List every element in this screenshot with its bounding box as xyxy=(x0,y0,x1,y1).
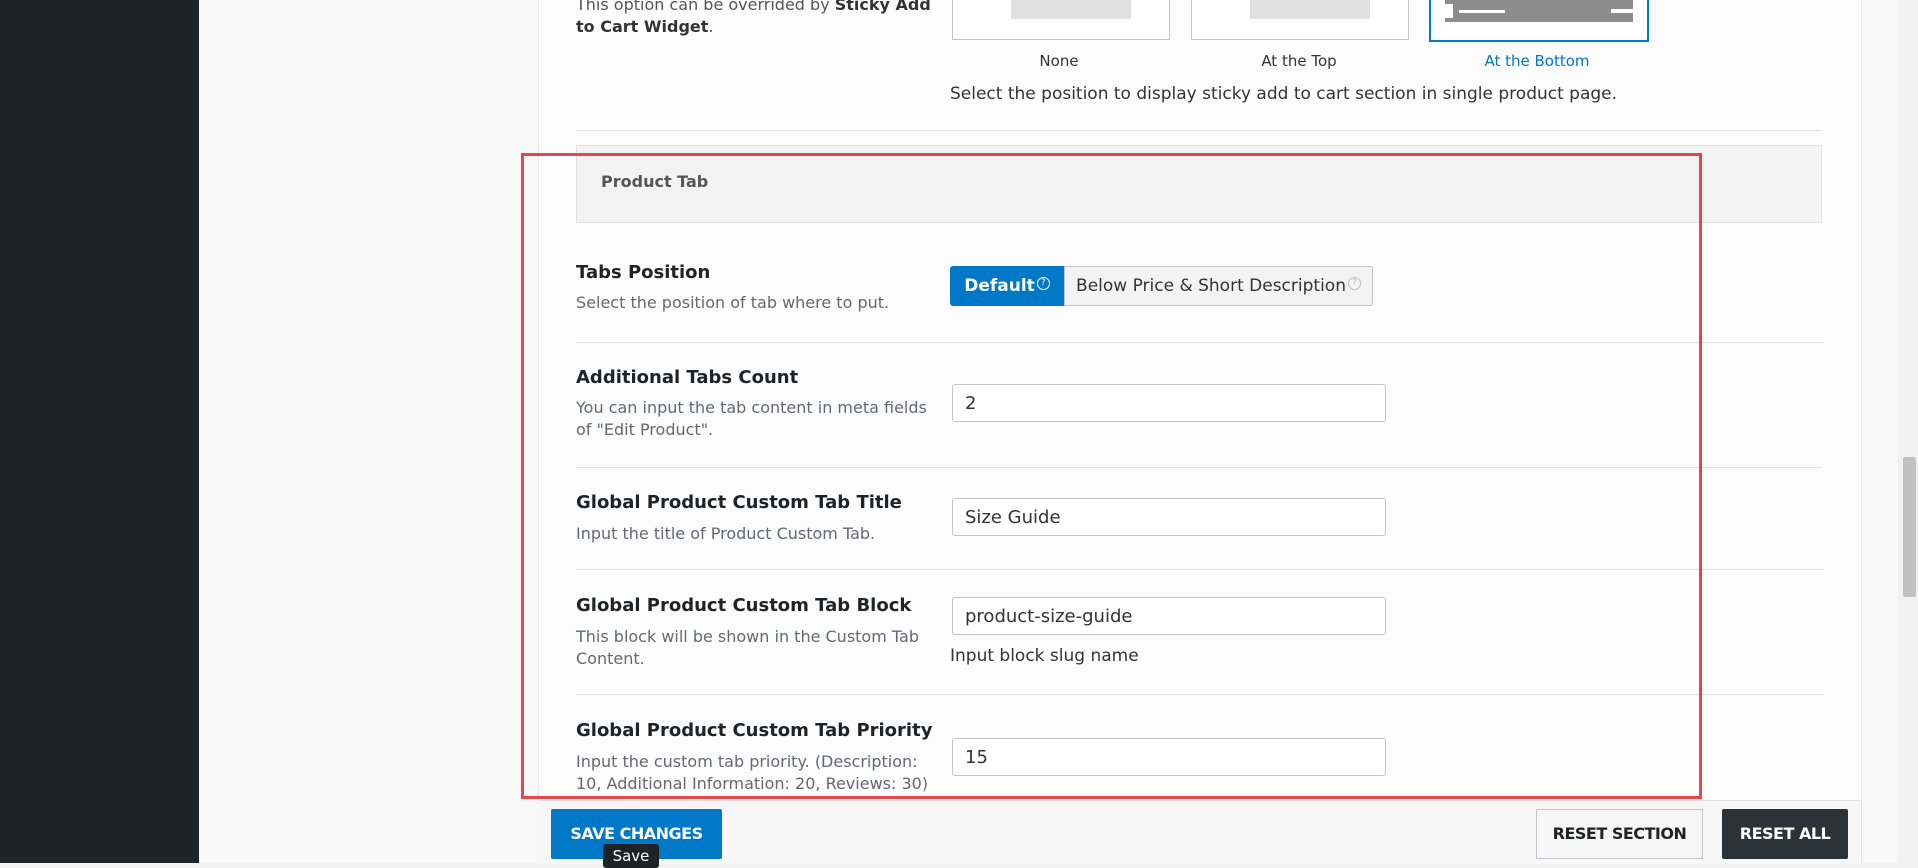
custom-tab-priority-label: Global Product Custom Tab Priority xyxy=(576,720,933,741)
section-title: Product Tab xyxy=(601,172,709,191)
scrollbar-thumb[interactable] xyxy=(1903,457,1916,597)
question-circle-icon: ? xyxy=(1036,277,1050,290)
sticky-option-top-label[interactable]: At the Top xyxy=(1189,52,1409,70)
reset-all-button[interactable]: RESET ALL xyxy=(1722,809,1848,859)
additional-tabs-count-desc: You can input the tab content in meta fi… xyxy=(576,398,927,439)
save-tooltip: Save xyxy=(603,844,659,868)
admin-sidebar xyxy=(0,0,199,863)
sticky-option-top[interactable] xyxy=(1191,0,1409,40)
custom-tab-title-desc: Input the title of Product Custom Tab. xyxy=(576,524,876,543)
custom-tab-title-input[interactable] xyxy=(952,498,1386,536)
divider xyxy=(576,569,1822,570)
sticky-option-bottom-label[interactable]: At the Bottom xyxy=(1427,52,1647,70)
tabs-position-below-price-label: Below Price & Short Description xyxy=(1076,276,1346,296)
sticky-option-none-label[interactable]: None xyxy=(949,52,1169,70)
divider xyxy=(576,467,1822,468)
custom-tab-block-desc: This block will be shown in the Custom T… xyxy=(576,627,919,668)
custom-tab-block-label: Global Product Custom Tab Block xyxy=(576,595,912,616)
custom-tab-title-label: Global Product Custom Tab Title xyxy=(576,492,902,513)
tabs-position-default-label: Default xyxy=(964,276,1035,296)
sticky-position-help: Select the position to display sticky ad… xyxy=(950,84,1618,104)
tabs-position-desc: Select the position of tab where to put. xyxy=(576,293,890,312)
tabs-position-default-button[interactable]: Default? xyxy=(950,266,1064,306)
custom-tab-block-hint: Input block slug name xyxy=(950,646,1139,666)
custom-tab-priority-input[interactable] xyxy=(952,738,1386,776)
sticky-override-desc: This option can be overrided by Sticky A… xyxy=(576,0,931,36)
divider xyxy=(576,694,1822,695)
divider xyxy=(576,130,1822,131)
sticky-option-none[interactable] xyxy=(952,0,1170,40)
page-scrollbar[interactable] xyxy=(1898,0,1918,863)
reset-section-button[interactable]: RESET SECTION xyxy=(1536,809,1703,859)
additional-tabs-count-input[interactable] xyxy=(952,384,1386,422)
additional-tabs-count-label: Additional Tabs Count xyxy=(576,367,799,388)
sticky-option-bottom[interactable] xyxy=(1429,0,1649,42)
product-tab-section-header xyxy=(576,145,1822,223)
custom-tab-block-input[interactable] xyxy=(952,597,1386,635)
tabs-position-label: Tabs Position xyxy=(576,262,711,283)
divider xyxy=(576,342,1822,343)
question-circle-icon: ? xyxy=(1347,277,1361,290)
custom-tab-priority-desc: Input the custom tab priority. (Descript… xyxy=(576,752,929,793)
tabs-position-below-price-button[interactable]: Below Price & Short Description? xyxy=(1064,266,1373,306)
